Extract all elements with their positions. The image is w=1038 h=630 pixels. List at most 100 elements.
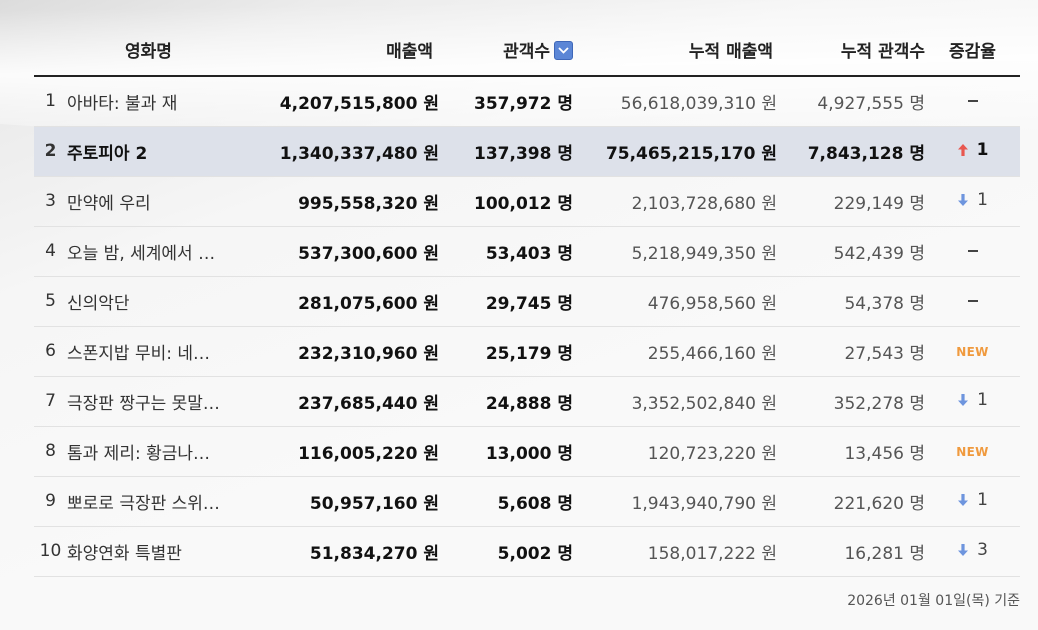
new-badge: NEW — [956, 445, 989, 459]
header-sales-label: 매출액 — [386, 42, 433, 62]
cell-change: 1 — [925, 376, 1020, 427]
cell-audience: 5,608 명 — [439, 476, 573, 527]
cell-title[interactable]: 4 오늘 밤, 세계에서 … — [34, 226, 259, 277]
cell-cum-audience: 542,439 명 — [777, 226, 925, 277]
cell-sales: 237,685,440 원 — [259, 376, 439, 427]
table-row[interactable]: 6 스폰지밥 무비: 네… 232,310,960 원 25,179 명 255,466… — [34, 326, 1020, 377]
cell-title[interactable]: 2 주토피아 2 — [34, 126, 259, 177]
arrow-down-icon — [958, 394, 969, 406]
cell-audience: 13,000 명 — [439, 426, 573, 477]
change-value: 1 — [977, 490, 988, 510]
cell-change: 1 — [925, 476, 1020, 527]
cell-change — [925, 276, 1020, 327]
cell-audience: 25,179 명 — [439, 326, 573, 377]
movie-title-link[interactable]: 신의악단 — [67, 289, 130, 314]
cell-audience: 53,403 명 — [439, 226, 573, 277]
table-row[interactable]: 2 주토피아 2 1,340,337,480 원 137,398 명 75,465,21… — [34, 126, 1020, 177]
cell-sales: 995,558,320 원 — [259, 176, 439, 227]
change-value: 1 — [977, 390, 988, 410]
new-badge: NEW — [956, 345, 989, 359]
chevron-down-icon — [558, 47, 569, 54]
cell-title[interactable]: 8 톰과 제리: 황금나… — [34, 426, 259, 477]
cell-cum-audience: 27,543 명 — [777, 326, 925, 377]
cell-sales: 50,957,160 원 — [259, 476, 439, 527]
cell-title[interactable]: 6 스폰지밥 무비: 네… — [34, 326, 259, 377]
header-cum-sales-label: 누적 매출액 — [688, 42, 773, 62]
table-row[interactable]: 9 뽀로로 극장판 스위… 50,957,160 원 5,608 명 1,943,940… — [34, 476, 1020, 527]
cell-audience: 24,888 명 — [439, 376, 573, 427]
cell-cum-audience: 229,149 명 — [777, 176, 925, 227]
cell-cum-sales: 5,218,949,350 원 — [573, 226, 777, 277]
table-row[interactable]: 8 톰과 제리: 황금나… 116,005,220 원 13,000 명 120,723… — [34, 426, 1020, 477]
rank-number: 8 — [45, 441, 56, 461]
cell-cum-sales: 75,465,215,170 원 — [573, 126, 777, 177]
movie-title-link[interactable]: 스폰지밥 무비: 네… — [67, 339, 210, 364]
cell-cum-sales: 120,723,220 원 — [573, 426, 777, 477]
cell-sales: 4,207,515,800 원 — [259, 76, 439, 127]
header-change: 증감율 — [925, 24, 1020, 77]
cell-change: 1 — [925, 126, 1020, 177]
header-audience-label: 관객수 — [503, 42, 550, 62]
cell-cum-audience: 4,927,555 명 — [777, 76, 925, 127]
cell-cum-sales: 56,618,039,310 원 — [573, 76, 777, 127]
no-change-dash-icon — [967, 300, 978, 302]
movie-title-link[interactable]: 아바타: 불과 재 — [67, 89, 177, 114]
header-sales: 매출액 — [259, 24, 439, 77]
movie-title-link[interactable]: 오늘 밤, 세계에서 … — [67, 239, 215, 264]
cell-title[interactable]: 3 만약에 우리 — [34, 176, 259, 227]
cell-audience: 29,745 명 — [439, 276, 573, 327]
movie-title-link[interactable]: 화양연화 특별판 — [67, 539, 182, 564]
no-change-dash-icon — [967, 100, 978, 103]
cell-sales: 116,005,220 원 — [259, 426, 439, 477]
cell-change: NEW — [925, 426, 1020, 477]
cell-change: 1 — [925, 176, 1020, 227]
cell-title[interactable]: 1 아바타: 불과 재 — [34, 76, 259, 127]
date-footnote: 2026년 01월 01일(목) 기준 — [847, 593, 1020, 609]
cell-cum-audience: 221,620 명 — [777, 476, 925, 527]
cell-change — [925, 76, 1020, 127]
cell-cum-sales: 158,017,222 원 — [573, 526, 777, 577]
movie-title-link[interactable]: 톰과 제리: 황금나… — [67, 439, 210, 464]
cell-title[interactable]: 10 화양연화 특별판 — [34, 526, 259, 577]
rank-number: 10 — [39, 541, 62, 561]
table-row[interactable]: 7 극장판 짱구는 못말… 237,685,440 원 24,888 명 3,352,5… — [34, 376, 1020, 427]
header-change-label: 증감율 — [949, 42, 996, 62]
box-office-table: 영화명 매출액 관객수 누적 매출액 누적 관객수 증감율 1 아바타: 불과 … — [34, 24, 1020, 577]
cell-cum-sales: 255,466,160 원 — [573, 326, 777, 377]
rank-number: 9 — [45, 491, 56, 511]
header-audience[interactable]: 관객수 — [439, 24, 573, 77]
cell-title[interactable]: 7 극장판 짱구는 못말… — [34, 376, 259, 427]
table-row[interactable]: 1 아바타: 불과 재 4,207,515,800 원 357,972 명 56,618… — [34, 76, 1020, 127]
cell-sales: 537,300,600 원 — [259, 226, 439, 277]
cell-title[interactable]: 5 신의악단 — [34, 276, 259, 327]
change-value: 1 — [977, 190, 988, 210]
cell-sales: 51,834,270 원 — [259, 526, 439, 577]
rank-number: 4 — [45, 241, 56, 261]
cell-change — [925, 226, 1020, 277]
cell-title[interactable]: 9 뽀로로 극장판 스위… — [34, 476, 259, 527]
cell-audience: 357,972 명 — [439, 76, 573, 127]
movie-title-link[interactable]: 주토피아 2 — [67, 139, 147, 164]
sort-button[interactable] — [554, 41, 573, 60]
movie-title-link[interactable]: 극장판 짱구는 못말… — [67, 389, 220, 414]
rank-number: 1 — [45, 91, 56, 112]
cell-cum-sales: 1,943,940,790 원 — [573, 476, 777, 527]
header-title-label: 영화명 — [125, 42, 172, 62]
cell-cum-audience: 16,281 명 — [777, 526, 925, 577]
change-value: 3 — [977, 540, 988, 560]
cell-cum-sales: 2,103,728,680 원 — [573, 176, 777, 227]
cell-sales: 1,340,337,480 원 — [259, 126, 439, 177]
table-row[interactable]: 4 오늘 밤, 세계에서 … 537,300,600 원 53,403 명 5,218,… — [34, 226, 1020, 277]
table-header-row: 영화명 매출액 관객수 누적 매출액 누적 관객수 증감율 — [34, 24, 1020, 77]
movie-title-link[interactable]: 뽀로로 극장판 스위… — [67, 489, 220, 514]
rank-number: 7 — [45, 391, 56, 411]
table-row[interactable]: 10 화양연화 특별판 51,834,270 원 5,002 명 158,017,222… — [34, 526, 1020, 577]
header-cum-audience-label: 누적 관객수 — [840, 42, 925, 62]
table-row[interactable]: 5 신의악단 281,075,600 원 29,745 명 476,958,560 원5… — [34, 276, 1020, 327]
table-row[interactable]: 3 만약에 우리 995,558,320 원 100,012 명 2,103,728,6… — [34, 176, 1020, 227]
rank-number: 5 — [45, 291, 56, 311]
arrow-up-icon — [957, 144, 968, 156]
movie-title-link[interactable]: 만약에 우리 — [67, 189, 151, 214]
cell-cum-audience: 352,278 명 — [777, 376, 925, 427]
cell-audience: 137,398 명 — [439, 126, 573, 177]
